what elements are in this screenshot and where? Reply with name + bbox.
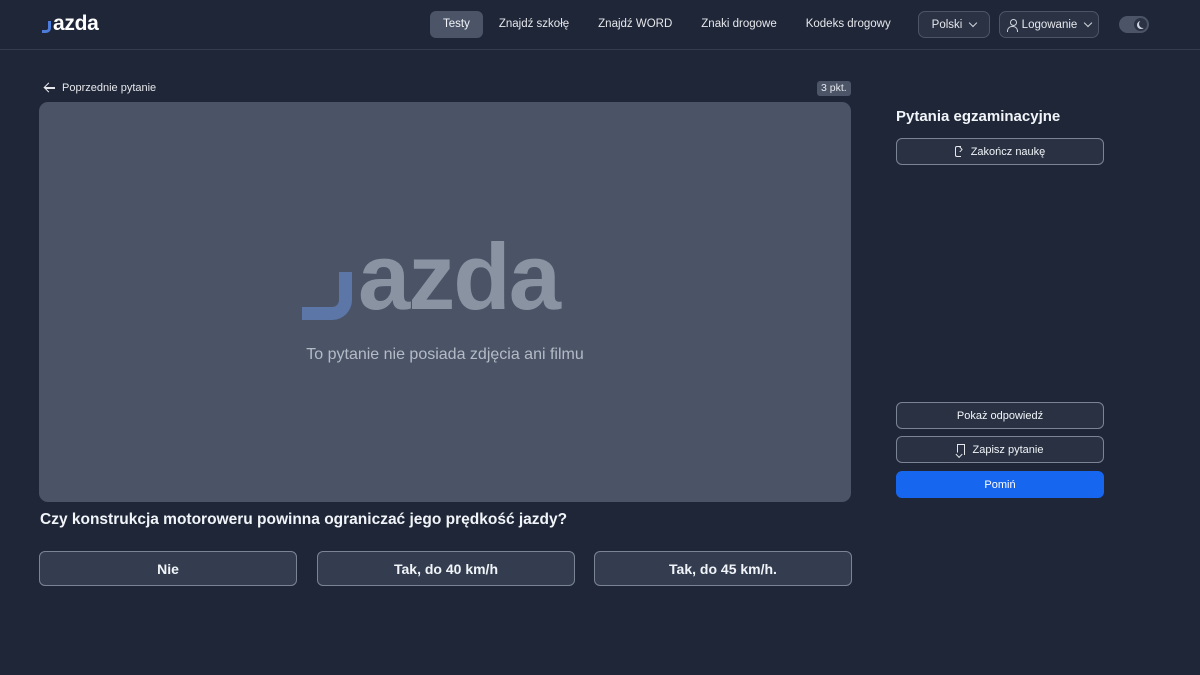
show-answer-button[interactable]: Pokaż odpowiedź [896, 402, 1104, 429]
nav-item-znajdz-szkole[interactable]: Znajdź szkołę [486, 11, 582, 38]
no-media-caption: To pytanie nie posiada zdjęcia ani filmu [306, 346, 584, 363]
nav-item-znaki-drogowe[interactable]: Znaki drogowe [688, 11, 789, 38]
login-label: Logowanie [1021, 18, 1078, 31]
show-answer-label: Pokaż odpowiedź [956, 409, 1044, 422]
finish-learning-label: Zakończ naukę [970, 145, 1046, 158]
sidebar-title: Pytania egzaminacyjne [896, 108, 1061, 125]
chevron-down-icon [969, 18, 978, 28]
answer-button-45[interactable]: Tak, do 45 km/h. [594, 551, 852, 586]
language-select[interactable]: Polski [918, 11, 990, 38]
save-question-button[interactable]: Zapisz pytanie [896, 436, 1104, 463]
previous-question-link[interactable]: Poprzednie pytanie [44, 80, 156, 96]
user-icon [1006, 18, 1018, 32]
theme-toggle[interactable] [1119, 16, 1149, 33]
question-media-placeholder: azda To pytanie nie posiada zdjęcia ani … [39, 102, 851, 502]
chevron-down-icon [1084, 18, 1093, 28]
points-badge: 3 pkt. [817, 81, 851, 96]
answer-button-40[interactable]: Tak, do 40 km/h [317, 551, 575, 586]
toggle-knob [1134, 18, 1147, 31]
logo-mark [42, 21, 51, 33]
login-dropdown[interactable]: Logowanie [999, 11, 1099, 38]
placeholder-logo-text: azda [358, 224, 561, 329]
skip-label: Pomiń [984, 478, 1016, 491]
nav-item-testy[interactable]: Testy [430, 11, 483, 38]
top-navigation-bar: azda Testy Znajdź szkołę Znajdź WORD Zna… [0, 0, 1200, 50]
skip-button[interactable]: Pomiń [896, 471, 1104, 498]
exit-icon [954, 141, 966, 157]
previous-question-label: Poprzednie pytanie [62, 82, 157, 94]
nav-item-znajdz-word[interactable]: Znajdź WORD [585, 11, 685, 38]
language-select-label: Polski [931, 18, 963, 31]
nav-item-kodeks-drogowy[interactable]: Kodeks drogowy [793, 11, 904, 38]
moon-icon [1139, 20, 1147, 28]
placeholder-logo-mark [302, 272, 352, 320]
logo-text: azda [53, 12, 99, 35]
finish-learning-button[interactable]: Zakończ naukę [896, 138, 1104, 165]
placeholder-logo: azda [302, 224, 561, 329]
main-nav: Testy Znajdź szkołę Znajdź WORD Znaki dr… [430, 11, 959, 38]
question-text: Czy konstrukcja motoroweru powinna ogran… [40, 511, 568, 528]
bookmark-icon [956, 444, 965, 455]
answer-button-nie[interactable]: Nie [39, 551, 297, 586]
save-question-label: Zapisz pytanie [972, 443, 1044, 456]
site-logo[interactable]: azda [42, 12, 99, 36]
arrow-left-icon [44, 83, 55, 93]
